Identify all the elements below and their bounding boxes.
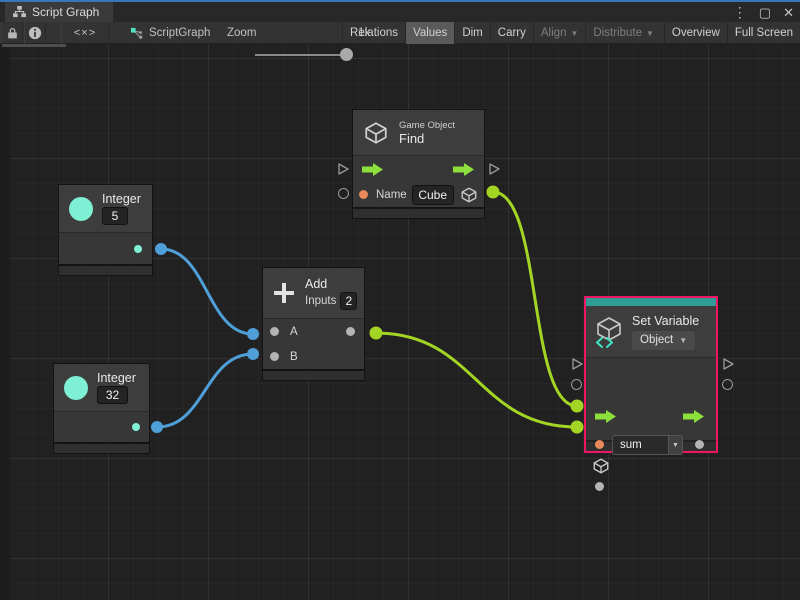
chevron-down-icon: ▼: [570, 29, 578, 38]
lock-icon: [6, 27, 19, 40]
menu-kebab-icon[interactable]: ⋮: [733, 5, 747, 19]
graph-breadcrumb[interactable]: ScriptGraph: [130, 22, 210, 44]
values-button[interactable]: Values: [405, 22, 454, 44]
inputs-label: Inputs: [305, 295, 336, 307]
info-button[interactable]: [24, 22, 46, 44]
chevron-down-icon: ▼: [646, 29, 654, 38]
inputs-count-input[interactable]: [340, 292, 357, 310]
control-input-arrow[interactable]: [362, 163, 384, 176]
gameobject-output-port-icon[interactable]: [460, 186, 478, 204]
node-set-variable[interactable]: Set Variable Object ▼ sum ▼: [584, 296, 718, 453]
node-title: Add: [305, 277, 357, 291]
align-button[interactable]: Align ▼: [533, 22, 586, 44]
variable-scope-dropdown[interactable]: Object ▼: [632, 331, 695, 350]
zoom-slider-track[interactable]: [255, 54, 352, 56]
setvariable-control-in-port[interactable]: [570, 357, 584, 371]
port-label-b: B: [290, 351, 298, 363]
control-output-arrow[interactable]: [453, 163, 475, 176]
find-name-outer-port[interactable]: [338, 188, 349, 199]
node-title: Find: [399, 131, 455, 146]
integer-output-port[interactable]: [132, 423, 140, 431]
clear-selection-button[interactable]: <×>: [61, 22, 109, 44]
chevron-down-icon: ▼: [679, 336, 687, 345]
code-icon: <×>: [74, 27, 96, 39]
script-graph-icon: [130, 27, 143, 40]
name-input-port[interactable]: [359, 190, 368, 199]
zoom-slider-handle[interactable]: [340, 48, 353, 61]
graph-hierarchy-icon: [13, 6, 26, 18]
canvas-left-edge: [0, 44, 10, 600]
dim-button[interactable]: Dim: [454, 22, 489, 44]
node-title: Integer: [102, 192, 141, 206]
graph-name: ScriptGraph: [149, 27, 210, 39]
info-icon: [28, 26, 42, 40]
node-title: Set Variable: [632, 314, 699, 328]
node-footer: [54, 444, 149, 453]
carry-button[interactable]: Carry: [490, 22, 533, 44]
find-control-out-port[interactable]: [487, 162, 501, 176]
scope-value: Object: [640, 334, 673, 346]
integer-value-input[interactable]: [102, 207, 128, 225]
variable-name-value: sum: [612, 435, 668, 455]
integer-output-port[interactable]: [134, 245, 142, 253]
port-label-a: A: [290, 326, 298, 338]
node-integer-5[interactable]: Integer: [59, 185, 152, 275]
variable-name-port[interactable]: [595, 440, 604, 449]
node-footer: [353, 209, 484, 218]
lock-button[interactable]: [1, 22, 23, 44]
gameobject-cube-icon: [363, 120, 389, 146]
value-output-port[interactable]: [695, 440, 704, 449]
add-icon: [272, 281, 296, 305]
control-input-arrow[interactable]: [595, 410, 617, 423]
setvariable-name-outer-port[interactable]: [571, 379, 582, 390]
node-gameobject-find[interactable]: Game Object Find Name: [353, 110, 484, 218]
integer-value-input[interactable]: [97, 386, 128, 404]
set-variable-icon: [594, 316, 624, 348]
close-icon[interactable]: ✕: [783, 6, 794, 19]
zoom-label: Zoom: [227, 22, 256, 44]
integer-type-icon: [64, 376, 88, 400]
object-input-port-icon[interactable]: [592, 457, 610, 475]
node-category: Game Object: [399, 120, 455, 131]
node-add[interactable]: Add Inputs A B: [263, 268, 364, 380]
node-title: Integer: [97, 371, 136, 385]
graph-toolbar: <×> ScriptGraph Zoom 1x Relations Values…: [0, 22, 800, 44]
name-label: Name: [376, 189, 407, 201]
name-value-input[interactable]: [412, 185, 454, 205]
tab-script-graph[interactable]: Script Graph: [5, 2, 113, 22]
sum-output-port[interactable]: [346, 327, 355, 336]
tab-title: Script Graph: [32, 5, 99, 19]
fullscreen-button[interactable]: Full Screen: [727, 22, 800, 44]
overview-button[interactable]: Overview: [664, 22, 727, 44]
node-integer-32[interactable]: Integer: [54, 364, 149, 453]
distribute-button[interactable]: Distribute ▼: [585, 22, 661, 44]
input-port-a[interactable]: [270, 327, 279, 336]
node-footer: [59, 266, 152, 275]
setvariable-value-outer-port[interactable]: [722, 379, 733, 390]
control-output-arrow[interactable]: [683, 410, 705, 423]
chevron-down-icon[interactable]: ▼: [668, 435, 683, 455]
variable-name-dropdown[interactable]: sum ▼: [612, 435, 683, 455]
integer-type-icon: [69, 197, 93, 221]
setvariable-control-out-port[interactable]: [721, 357, 735, 371]
maximize-icon[interactable]: ▢: [759, 6, 771, 19]
window-tab-bar: Script Graph ⋮ ▢ ✕: [0, 2, 800, 22]
value-input-port[interactable]: [595, 482, 604, 491]
input-port-b[interactable]: [270, 352, 279, 361]
node-footer: [263, 371, 364, 380]
script-graph-window: Integer Integer: [0, 0, 800, 600]
find-control-in-port[interactable]: [336, 162, 350, 176]
variable-color-strip: [586, 298, 716, 306]
relations-button[interactable]: Relations: [342, 22, 405, 44]
